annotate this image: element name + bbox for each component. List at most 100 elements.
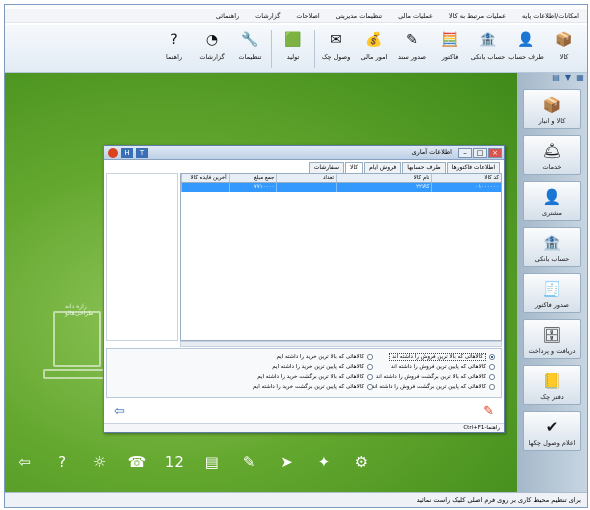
ribbon-button-8[interactable]: 🔧 تنظیمات bbox=[231, 27, 269, 71]
ribbon-button-0[interactable]: 📦 کالا bbox=[545, 27, 583, 71]
ribbon-button-1[interactable]: 👤 طرف حساب bbox=[507, 27, 545, 71]
column-header[interactable]: کد کالا bbox=[431, 174, 501, 182]
ribbon-button-4[interactable]: ✎ صدور سند bbox=[393, 27, 431, 71]
pen-icon: ✎ bbox=[406, 32, 418, 48]
sidebar-item-0[interactable]: 📦 کالا و انبار bbox=[523, 89, 581, 129]
sidebar-item-1[interactable]: 🛎 خدمات bbox=[523, 135, 581, 175]
sidebar-down-icon[interactable]: ▼ bbox=[563, 73, 573, 83]
option-radio-3[interactable]: کالاهائی که پایین ترین خرید را داشته ایم bbox=[272, 363, 373, 371]
menu-admin-settings[interactable]: تنظیمات مدیریتی bbox=[328, 12, 390, 20]
option-radio-0[interactable]: کالاهائی که بالا ترین فروش را داشته اند bbox=[389, 353, 495, 361]
option-label: کالاهائی که پایین ترین فروش را داشته اند bbox=[390, 364, 486, 370]
tab-3[interactable]: کالا bbox=[344, 162, 364, 173]
exit-icon[interactable]: ⇦ bbox=[13, 450, 36, 474]
customer-icon: 👤 bbox=[542, 188, 562, 206]
t-button[interactable]: T bbox=[136, 148, 148, 158]
ribbon-button-3[interactable]: 🧮 فاکتور bbox=[431, 27, 469, 71]
cashbox-icon: 🗄 bbox=[542, 326, 562, 344]
close-button[interactable]: × bbox=[488, 148, 502, 158]
sidebar-item-7[interactable]: ✔ اعلام وصول چکها bbox=[523, 411, 581, 451]
weather-icon[interactable]: ☼ bbox=[88, 450, 111, 474]
check-cash-icon: ✔ bbox=[545, 418, 559, 436]
laptop-illustration: رازه دانه طراحی‌هائو bbox=[43, 303, 105, 391]
option-radio-2[interactable]: کالاهائی که پایین ترین فروش را داشته اند bbox=[391, 363, 495, 371]
option-radio-7[interactable]: کالاهائی که پایین ترین برگشت خرید را داش… bbox=[253, 383, 373, 391]
ribbon-button-6[interactable]: ✉ وصول چک bbox=[317, 27, 355, 71]
telegram-icon[interactable]: ➤ bbox=[275, 450, 298, 474]
column-header[interactable]: تعداد bbox=[276, 174, 336, 182]
exit-icon[interactable]: ⇦ bbox=[114, 404, 125, 419]
app-logo-icon bbox=[108, 148, 118, 158]
calculator-icon: 🧮 bbox=[441, 32, 459, 48]
sidebar-item-3[interactable]: 🏦 حساب بانکی bbox=[523, 227, 581, 267]
option-radio-6[interactable]: کالاهائی که پایین ترین برگشت فروش را داش… bbox=[372, 383, 495, 391]
tab-4[interactable]: سفارشات bbox=[308, 162, 344, 173]
person-icon: 👤 bbox=[517, 32, 535, 48]
h-button[interactable]: H bbox=[121, 148, 133, 158]
window-bottom: ⇦ ✎ bbox=[104, 400, 504, 424]
table-cell: کالا۲۲ bbox=[336, 183, 431, 192]
report-icon[interactable]: ✎ bbox=[483, 404, 494, 419]
menu-bar: امکانات/اطلاعات پایه عملیات مرتبط به کال… bbox=[5, 9, 587, 23]
ribbon-button-7[interactable]: 🟩 تولید bbox=[274, 27, 312, 71]
option-radio-1[interactable]: کالاهائی که بالا ترین خرید را داشته ایم bbox=[276, 353, 373, 361]
menu-financial-ops[interactable]: عملیات مالی bbox=[390, 12, 441, 20]
ribbon-label: صدور سند bbox=[397, 53, 427, 61]
minimize-button[interactable]: – bbox=[458, 148, 472, 158]
option-label: کالاهائی که بالا ترین برگشت خرید را داشت… bbox=[257, 374, 364, 380]
option-radio-5[interactable]: کالاهائی که بالا ترین برگشت خرید را داشت… bbox=[257, 373, 373, 381]
option-label: کالاهائی که بالا ترین خرید را داشته ایم bbox=[276, 354, 364, 360]
sidebar-item-5[interactable]: 🗄 دریافت و پرداخت bbox=[523, 319, 581, 359]
status-text: برای تنظیم محیط کاری بر روی فرم اصلی کلی… bbox=[416, 496, 581, 504]
tab-2[interactable]: فروش ایام bbox=[364, 162, 402, 173]
phone-icon[interactable]: ☎ bbox=[125, 450, 148, 474]
sidebar-grid-icon[interactable]: ▦ bbox=[575, 73, 585, 83]
horizontal-scrollbar[interactable] bbox=[180, 341, 502, 347]
menu-corrections[interactable]: اصلاحات bbox=[288, 12, 327, 20]
calendar-icon[interactable]: 12 bbox=[163, 450, 186, 474]
column-header[interactable]: آخرین فایده کالا bbox=[181, 174, 229, 182]
menu-goods-ops[interactable]: عملیات مرتبط به کالا bbox=[441, 12, 514, 20]
menu-reports[interactable]: گزارشات bbox=[247, 12, 288, 20]
ribbon-button-9[interactable]: ◔ گزارشات bbox=[193, 27, 231, 71]
sidebar-item-label: کالا و انبار bbox=[538, 117, 566, 125]
app-window: امکانات/اطلاعات پایه عملیات مرتبط به کال… bbox=[4, 4, 588, 508]
sidebar-pin-icon[interactable]: ▤ bbox=[551, 73, 561, 83]
report-options: کالاهائی که بالا ترین فروش را داشته اند ک… bbox=[106, 348, 502, 398]
menu-help[interactable]: راهنمائی bbox=[208, 12, 247, 20]
tab-1[interactable]: طرف حسابها bbox=[402, 162, 446, 173]
option-radio-4[interactable]: کالاهائی که بالا ترین برگشت فروش را داشت… bbox=[376, 373, 495, 381]
window-title: اطلاعات آماری bbox=[411, 148, 452, 156]
table-row[interactable]: ۰۱۰۰۰۰۰۰ کالا۲۲ ۷۷۱۰۰۰۰ bbox=[181, 183, 501, 192]
option-label: کالاهائی که پایین ترین خرید را داشته ایم bbox=[272, 364, 364, 370]
menu-basic-info[interactable]: امکانات/اطلاعات پایه bbox=[514, 12, 587, 20]
ribbon-button-5[interactable]: 💰 امور مالی bbox=[355, 27, 393, 71]
wind-icon[interactable]: ✦ bbox=[312, 450, 335, 474]
table-cell bbox=[276, 183, 336, 192]
stats-window: H T اطلاعات آماری – □ × اطلاعات فاکتورها… bbox=[103, 145, 505, 433]
bank-icon: 🏦 bbox=[479, 32, 497, 48]
ribbon-button-10[interactable]: ? راهنما bbox=[155, 27, 193, 71]
ribbon-label: فاکتور bbox=[441, 53, 459, 61]
tools-icon[interactable]: ⚙ bbox=[350, 450, 373, 474]
tab-0[interactable]: اطلاعات فاکتورها bbox=[446, 162, 500, 173]
ribbon-button-2[interactable]: 🏦 حساب بانکی bbox=[469, 27, 507, 71]
sidebar-item-label: حساب بانکی bbox=[534, 255, 570, 263]
sidebar-item-6[interactable]: 📒 دفتر چک bbox=[523, 365, 581, 405]
column-header[interactable]: نام کالا bbox=[336, 174, 431, 182]
bank-icon: 🏦 bbox=[542, 234, 562, 252]
column-header[interactable]: جمع مبلغ bbox=[228, 174, 277, 182]
status-bar: برای تنظیم محیط کاری بر روی فرم اصلی کلی… bbox=[5, 492, 587, 507]
table-cell bbox=[181, 183, 229, 192]
help-icon[interactable]: ? bbox=[50, 450, 73, 474]
sidebar-item-4[interactable]: 🧾 صدور فاکتور bbox=[523, 273, 581, 313]
notes-icon[interactable]: ✎ bbox=[237, 450, 260, 474]
calculator-icon[interactable]: ▤ bbox=[200, 450, 223, 474]
service-icon: 🛎 bbox=[542, 142, 562, 160]
sidebar: ▤ ▼ ▦ 📦 کالا و انبار 🛎 خدمات 👤 مشتری 🏦 حساب بان… bbox=[517, 73, 587, 494]
maximize-button[interactable]: □ bbox=[473, 148, 487, 158]
sidebar-item-label: دریافت و پرداخت bbox=[528, 347, 576, 355]
ribbon-label: تنظیمات bbox=[238, 53, 262, 61]
sidebar-item-2[interactable]: 👤 مشتری bbox=[523, 181, 581, 221]
ribbon-label: کالا bbox=[559, 53, 569, 61]
